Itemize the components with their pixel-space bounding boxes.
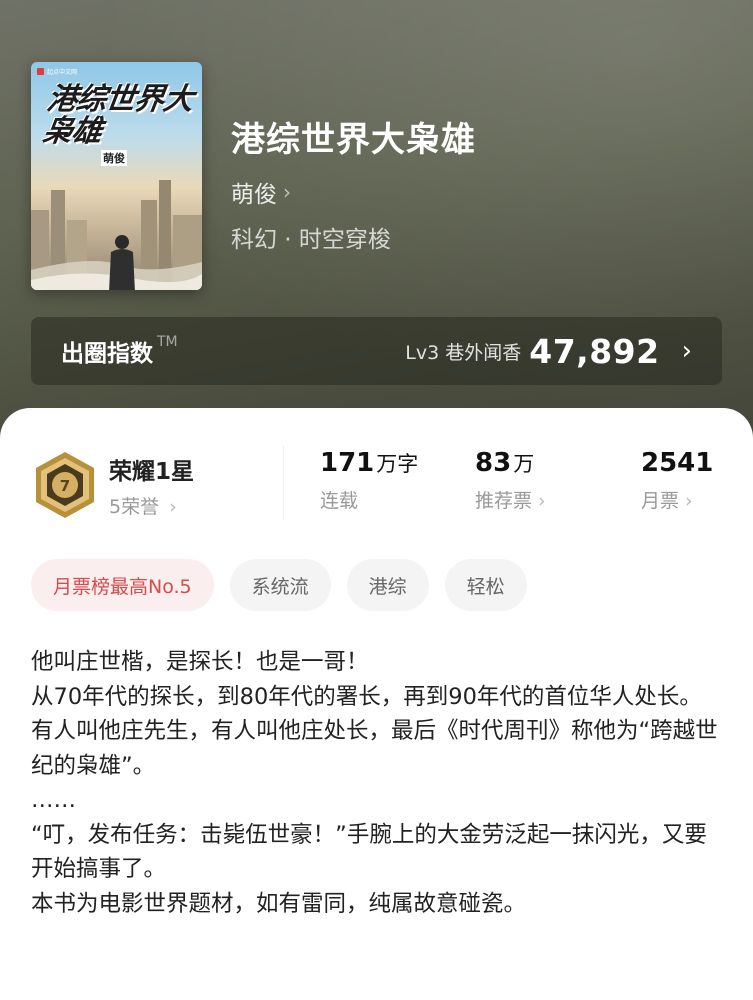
influence-index-bar[interactable]: 出圈指数 TM Lv3 巷外闻香 47,892 ›: [31, 317, 722, 385]
stat-unit: 万字: [376, 452, 419, 476]
honor-title: 荣耀1星: [109, 458, 195, 485]
description-line: 从70年代的探长，到80年代的署长，再到90年代的首位华人处长。: [31, 683, 702, 710]
chevron-right-icon: ›: [538, 490, 546, 512]
chevron-right-icon: ›: [685, 490, 693, 512]
description-line: 本书为电影世界题材，如有雷同，纯属故意碰瓷。: [31, 890, 527, 917]
description-line: ……: [31, 787, 76, 813]
book-title: 港综世界大枭雄: [231, 120, 476, 160]
stat-unit: 万: [513, 452, 535, 476]
trademark-mark: TM: [157, 334, 178, 350]
description-line: “叮，发布任务：击毙伍世豪！”手腕上的大金劳泛起一抹闪光，又要开始搞事了。: [31, 821, 707, 883]
book-genre: 科幻 · 时空穿梭: [231, 227, 391, 253]
stat-value: 171: [320, 448, 375, 478]
tag-list: 月票榜最高No.5 系统流 港综 轻松: [31, 559, 527, 611]
chevron-right-icon: ›: [169, 495, 177, 518]
influence-level: Lv3 巷外闻香: [405, 341, 522, 364]
description-line: 有人叫他庄先生，有人叫他庄处长，最后《时代周刊》称他为“跨越世纪的枭雄”。: [31, 718, 718, 779]
chevron-right-icon: ›: [681, 336, 692, 366]
description-line: 他叫庄世楷，是探长！也是一哥！: [31, 649, 369, 675]
book-cover[interactable]: 起点中文网 港综世界大枭雄 萌俊: [31, 62, 202, 290]
stat-word-count: 171万字 连载: [320, 448, 418, 513]
tag-item[interactable]: 港综: [346, 559, 429, 611]
divider: [283, 446, 284, 520]
honor-section[interactable]: 7 荣耀1星 5荣誉 ›: [33, 450, 194, 520]
tag-item[interactable]: 系统流: [229, 559, 331, 611]
honor-badge-icon: 7: [36, 452, 94, 518]
book-description[interactable]: 他叫庄世楷，是探长！也是一哥！ 从70年代的探长，到80年代的署长，再到90年代…: [31, 645, 721, 921]
stat-label: 连载: [320, 490, 359, 512]
chevron-right-icon: ›: [283, 180, 291, 204]
stat-label: 月票: [641, 490, 680, 512]
stat-value: 83: [475, 448, 512, 478]
honor-text: 荣耀1星 5荣誉 ›: [109, 452, 194, 519]
tag-item[interactable]: 轻松: [444, 559, 527, 611]
stat-recommend-votes[interactable]: 83万 推荐票 ›: [475, 448, 546, 513]
honor-sub: 5荣誉 ›: [109, 495, 177, 518]
stat-monthly-votes[interactable]: 2541 月票 ›: [641, 448, 713, 513]
author-name: 萌俊: [231, 182, 277, 208]
influence-score: 47,892: [529, 331, 660, 371]
cover-title: 港综世界大枭雄: [40, 82, 195, 149]
hooded-figure-illustration: [109, 235, 135, 290]
publisher-logo-icon: [37, 68, 44, 75]
stat-label: 推荐票: [475, 490, 533, 512]
stat-value: 2541: [641, 448, 714, 478]
author-link[interactable]: 萌俊 ›: [231, 175, 291, 209]
tag-ranking[interactable]: 月票榜最高No.5: [31, 559, 214, 611]
cover-author: 萌俊: [101, 150, 127, 166]
influence-label: 出圈指数: [61, 341, 153, 367]
badge-number: 7: [60, 477, 70, 495]
influence-value-wrap: Lv3 巷外闻香 47,892 ›: [405, 332, 692, 371]
publisher-logo: 起点中文网: [37, 67, 77, 76]
influence-label-wrap: 出圈指数 TM: [61, 334, 178, 368]
publisher-name: 起点中文网: [47, 69, 78, 76]
